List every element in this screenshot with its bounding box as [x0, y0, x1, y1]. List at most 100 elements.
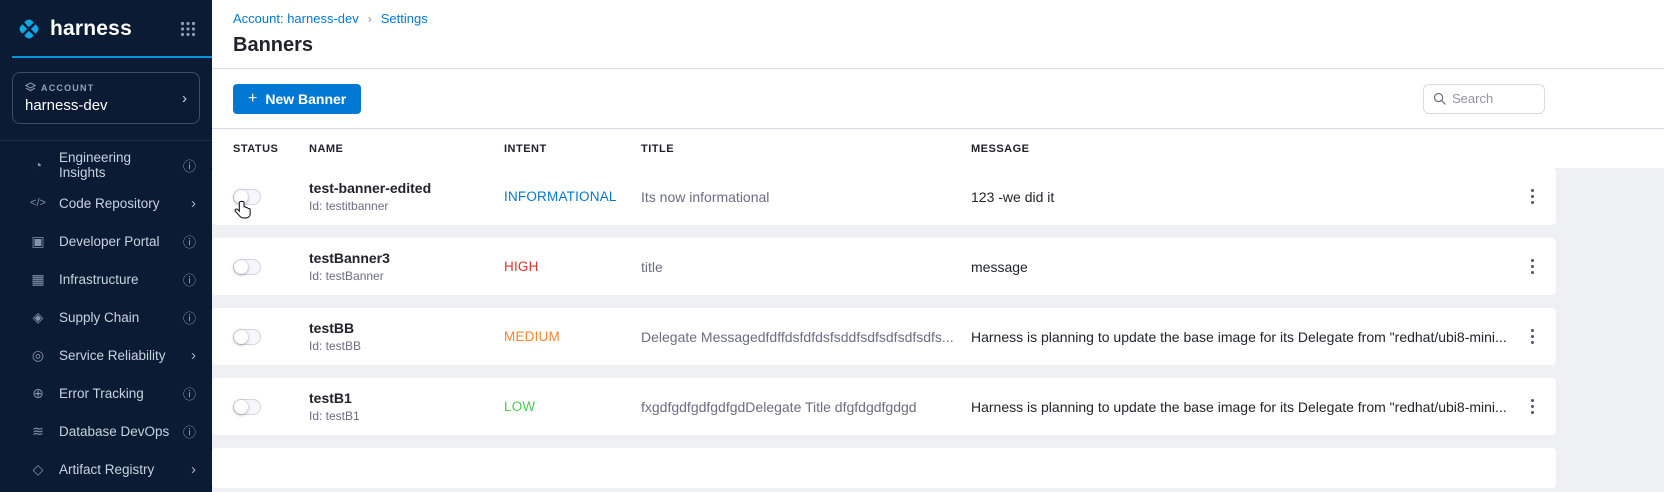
sidebar-item-database-devops[interactable]: ≋ Database DevOps ⓘ [0, 412, 212, 450]
sidebar-item-label: Database DevOps [59, 424, 169, 439]
banner-title: Its now informational [641, 189, 971, 205]
table-row[interactable]: testBanner3 Id: testBanner HIGH title me… [212, 238, 1556, 295]
banner-title: fxgdfgdfgdfgdfgdDelegate Title dfgfdgdfg… [641, 399, 971, 415]
harness-logo-icon [16, 16, 42, 42]
column-header-intent: INTENT [504, 143, 641, 155]
sidebar-item-label: Developer Portal [59, 234, 160, 249]
info-icon[interactable]: ⓘ [183, 384, 196, 403]
column-header-name: NAME [309, 143, 504, 155]
info-icon[interactable]: ⓘ [183, 232, 196, 251]
sidebar-item-label: Error Tracking [59, 386, 144, 401]
account-selector[interactable]: ACCOUNT harness-dev › [12, 72, 200, 124]
row-menu-icon[interactable] [1527, 185, 1538, 208]
account-name: harness-dev [25, 97, 182, 114]
info-icon[interactable]: ⓘ [183, 156, 196, 175]
sidebar-nav: ◔ Engineering Insights ⓘ </> Code Reposi… [0, 140, 212, 492]
row-menu-icon[interactable] [1527, 255, 1538, 278]
info-icon[interactable]: ⓘ [183, 270, 196, 289]
table-row[interactable]: testB1 Id: testB1 LOW fxgdfgdfgdfgdfgdDe… [212, 378, 1556, 435]
status-toggle[interactable] [233, 329, 261, 345]
supply-chain-icon: ◈ [28, 309, 48, 326]
sidebar-item-supply-chain[interactable]: ◈ Supply Chain ⓘ [0, 298, 212, 336]
banner-title: Delegate Messagedfdffdsfdfdsfsddfsdfsdfs… [641, 329, 971, 345]
chevron-right-icon: › [191, 461, 196, 478]
sidebar-item-label: Code Repository [59, 196, 160, 211]
chevron-right-icon: › [191, 195, 196, 212]
column-header-message: MESSAGE [971, 143, 1616, 155]
logo-underline [12, 56, 212, 58]
status-toggle[interactable] [233, 399, 261, 415]
row-menu-icon[interactable] [1527, 395, 1538, 418]
chevron-right-icon: › [182, 90, 187, 107]
banner-name: testB1 [309, 390, 504, 406]
app-grid-icon[interactable] [180, 21, 196, 37]
banner-name: testBanner3 [309, 250, 504, 266]
artifact-registry-icon: ◇ [28, 461, 48, 478]
table-row-partial[interactable] [212, 448, 1556, 488]
column-header-status: STATUS [233, 143, 309, 155]
breadcrumb-separator: › [368, 12, 372, 26]
banner-message: Harness is planning to update the base i… [971, 399, 1508, 415]
banner-message: Harness is planning to update the base i… [971, 329, 1508, 345]
row-menu-icon[interactable] [1527, 325, 1538, 348]
sidebar: harness ACCOUNT harness-dev › ◔ E [0, 0, 212, 492]
main-content: Account: harness-dev › Settings Banners … [212, 0, 1664, 492]
info-icon[interactable]: ⓘ [183, 308, 196, 327]
toolbar: + New Banner [212, 69, 1664, 129]
toggle-knob [234, 330, 248, 344]
account-layers-icon [25, 82, 36, 93]
sidebar-item-label: Artifact Registry [59, 462, 154, 477]
search-input[interactable] [1452, 91, 1535, 106]
status-toggle[interactable] [233, 189, 261, 205]
chevron-right-icon: › [191, 347, 196, 364]
banner-table: test-banner-edited Id: testitbanner INFO… [212, 168, 1664, 492]
error-tracking-icon: ⊕ [28, 385, 48, 402]
banner-intent: MEDIUM [504, 329, 641, 344]
developer-portal-icon: ▣ [28, 233, 48, 250]
column-header-title: TITLE [641, 143, 971, 155]
breadcrumb-settings-link[interactable]: Settings [381, 11, 428, 26]
logo-row: harness [0, 0, 212, 54]
search-icon [1433, 92, 1446, 105]
page-header: Account: harness-dev › Settings Banners [212, 0, 1664, 69]
toggle-knob [234, 190, 248, 204]
sidebar-item-infrastructure[interactable]: ▦ Infrastructure ⓘ [0, 260, 212, 298]
sidebar-item-artifact-registry[interactable]: ◇ Artifact Registry › [0, 450, 212, 488]
infrastructure-icon: ▦ [28, 271, 48, 288]
service-reliability-icon: ◎ [28, 347, 48, 364]
banner-intent: HIGH [504, 259, 641, 274]
breadcrumb: Account: harness-dev › Settings [233, 11, 1643, 26]
sidebar-item-code-repository[interactable]: </> Code Repository › [0, 184, 212, 222]
banner-id: Id: testB1 [309, 409, 504, 423]
new-banner-button[interactable]: + New Banner [233, 84, 361, 114]
search-box[interactable] [1423, 84, 1545, 114]
sidebar-item-label: Service Reliability [59, 348, 166, 363]
table-row[interactable]: test-banner-edited Id: testitbanner INFO… [212, 168, 1556, 225]
engineering-insights-icon: ◔ [28, 157, 48, 173]
sidebar-item-engineering-insights[interactable]: ◔ Engineering Insights ⓘ [0, 146, 212, 184]
toggle-knob [234, 400, 248, 414]
sidebar-item-developer-portal[interactable]: ▣ Developer Portal ⓘ [0, 222, 212, 260]
banner-id: Id: testitbanner [309, 199, 504, 213]
plus-icon: + [248, 90, 257, 108]
table-header: STATUS NAME INTENT TITLE MESSAGE [212, 129, 1664, 168]
database-devops-icon: ≋ [28, 423, 48, 440]
sidebar-item-label: Engineering Insights [59, 150, 172, 180]
sidebar-item-error-tracking[interactable]: ⊕ Error Tracking ⓘ [0, 374, 212, 412]
status-toggle[interactable] [233, 259, 261, 275]
table-row[interactable]: testBB Id: testBB MEDIUM Delegate Messag… [212, 308, 1556, 365]
page-title: Banners [233, 34, 1643, 57]
sidebar-item-label: Infrastructure [59, 272, 139, 287]
banner-id: Id: testBB [309, 339, 504, 353]
logo-text: harness [50, 17, 172, 41]
banner-id: Id: testBanner [309, 269, 504, 283]
banner-name: test-banner-edited [309, 180, 504, 196]
info-icon[interactable]: ⓘ [183, 422, 196, 441]
account-label: ACCOUNT [41, 83, 94, 93]
banner-intent: INFORMATIONAL [504, 189, 641, 204]
code-repository-icon: </> [28, 197, 48, 209]
breadcrumb-account-link[interactable]: Account: harness-dev [233, 11, 359, 26]
banner-message: 123 -we did it [971, 189, 1508, 205]
sidebar-item-label: Supply Chain [59, 310, 139, 325]
sidebar-item-service-reliability[interactable]: ◎ Service Reliability › [0, 336, 212, 374]
